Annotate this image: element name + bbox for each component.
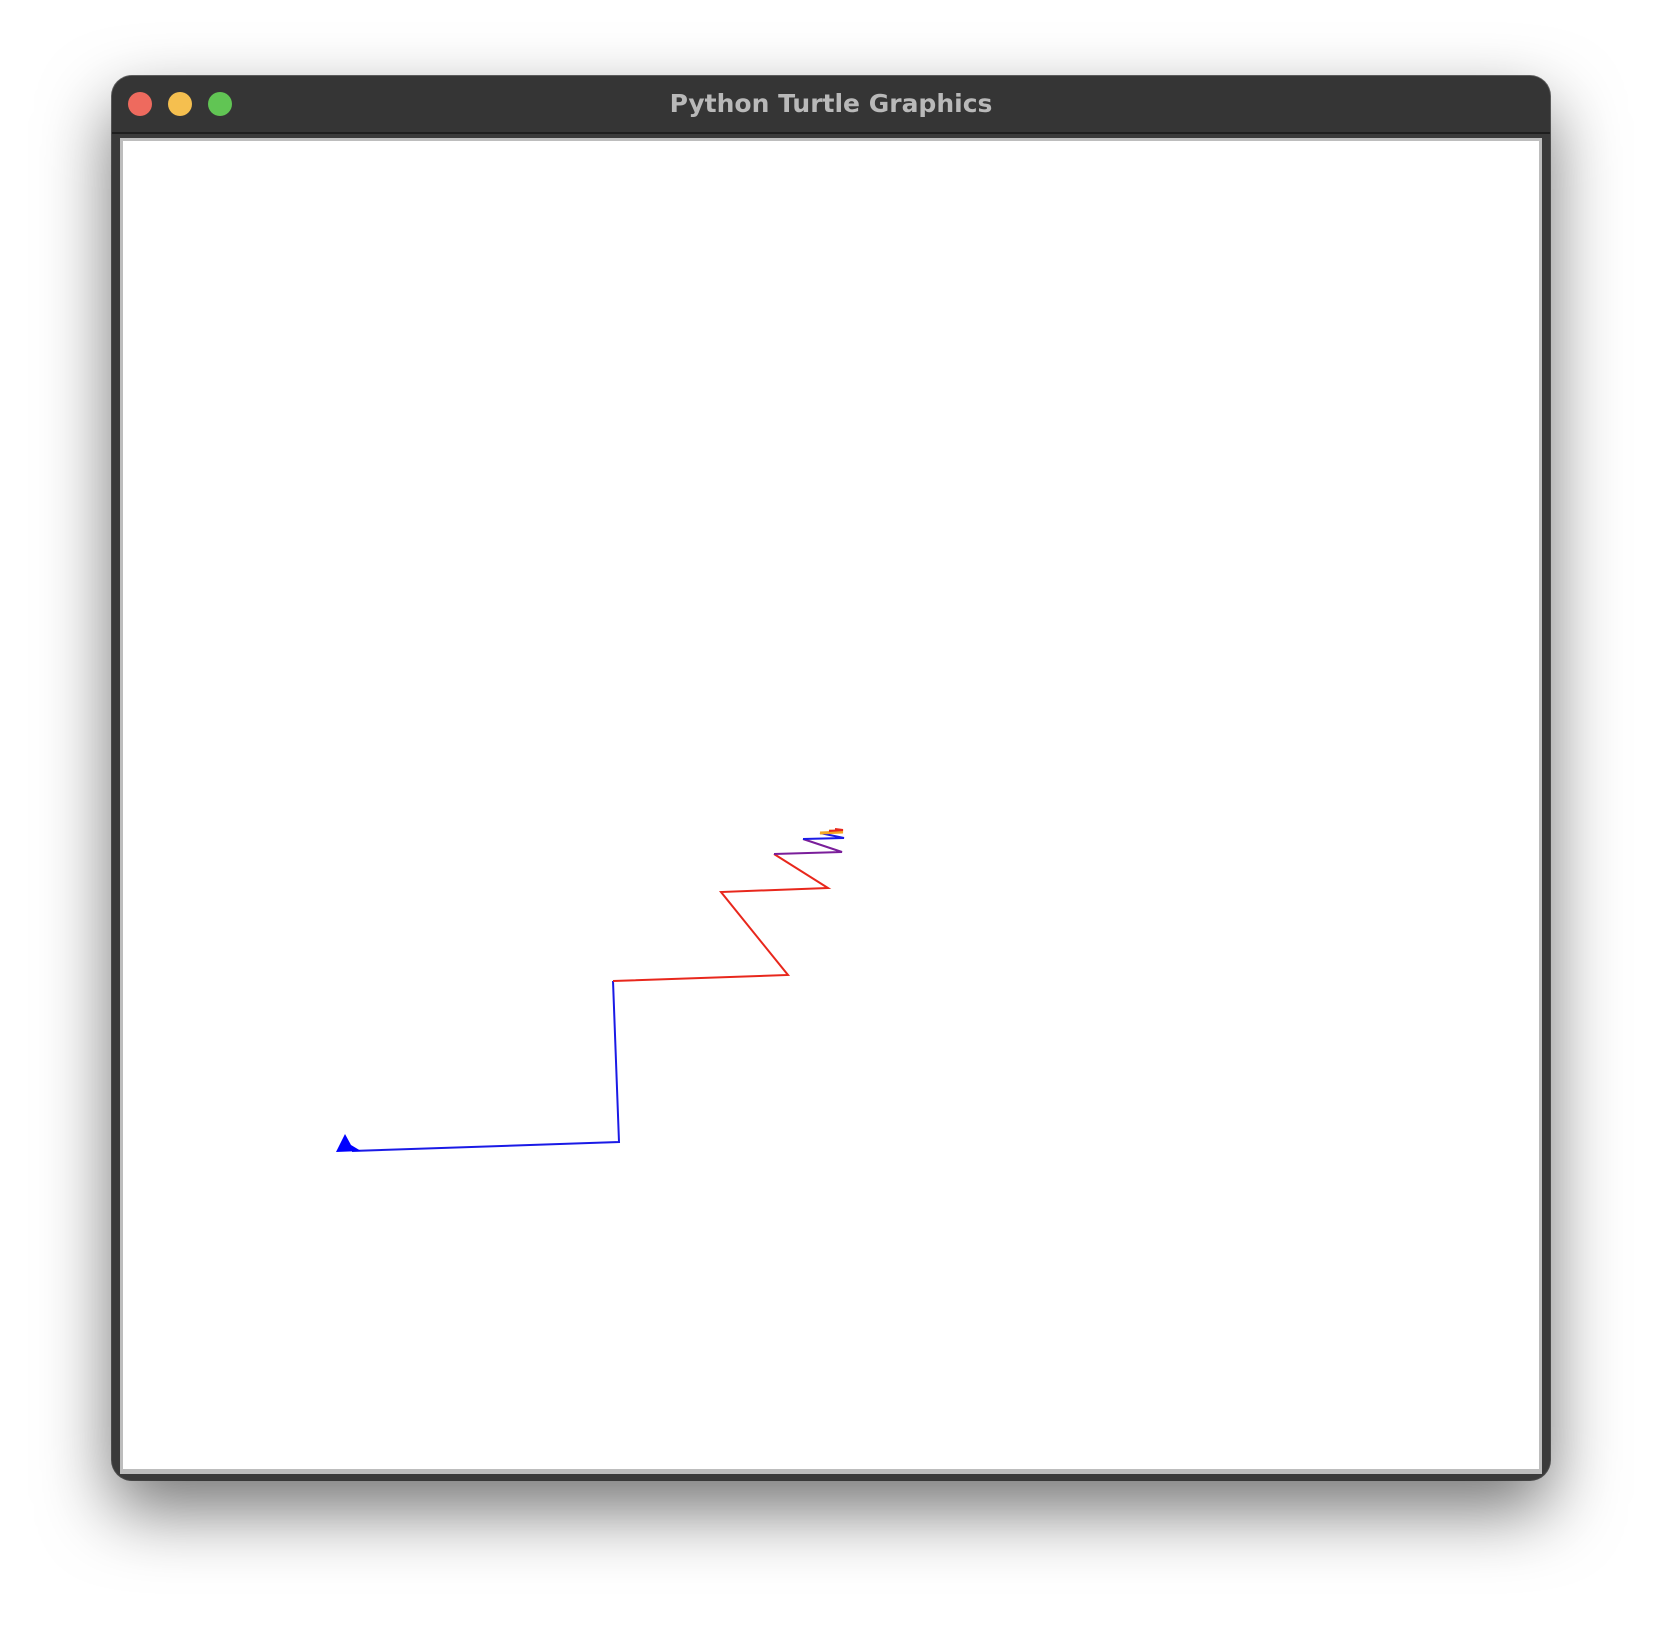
canvas-frame bbox=[120, 138, 1542, 1474]
turtle-canvas[interactable] bbox=[123, 141, 1539, 1469]
turtle-arrow-icon bbox=[336, 1134, 361, 1152]
window-title: Python Turtle Graphics bbox=[669, 89, 993, 118]
title-bar[interactable]: Python Turtle Graphics bbox=[112, 76, 1550, 134]
purple-path bbox=[773, 838, 843, 855]
turtle-window: Python Turtle Graphics bbox=[112, 76, 1550, 1480]
red-tail-path bbox=[828, 828, 844, 832]
blue-path bbox=[351, 980, 621, 1152]
red-path bbox=[612, 853, 832, 982]
turtle-drawing bbox=[336, 828, 845, 1152]
